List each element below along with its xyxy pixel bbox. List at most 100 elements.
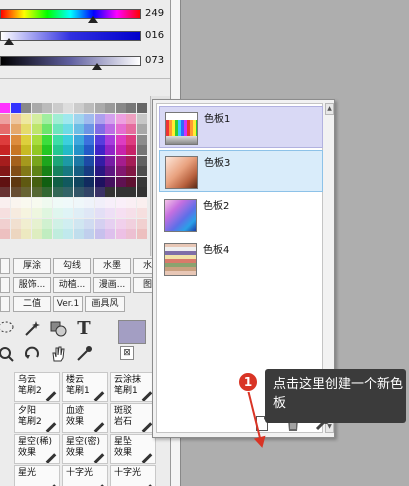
color-swatch[interactable] [126, 113, 136, 124]
color-swatch[interactable] [115, 176, 126, 187]
color-swatch[interactable] [73, 218, 84, 229]
color-swatch[interactable] [10, 113, 21, 124]
color-swatch[interactable] [63, 113, 73, 124]
brightness-slider-thumb[interactable] [92, 63, 102, 70]
color-swatch[interactable] [52, 229, 63, 239]
color-swatch[interactable] [0, 124, 10, 134]
color-swatch[interactable] [10, 176, 21, 187]
color-swatch[interactable] [31, 113, 42, 124]
color-swatch[interactable] [0, 113, 10, 124]
color-swatch[interactable] [31, 145, 42, 155]
color-swatch[interactable] [115, 187, 126, 197]
tab-partial[interactable] [0, 258, 10, 274]
color-swatch[interactable] [136, 113, 147, 124]
color-swatch[interactable] [84, 103, 94, 113]
color-swatch[interactable] [105, 208, 115, 218]
tab-art-tools[interactable]: 画具风 [85, 296, 125, 312]
color-swatch[interactable] [42, 187, 52, 197]
color-swatch[interactable] [136, 197, 147, 208]
color-swatch[interactable] [84, 229, 94, 239]
color-swatch[interactable] [84, 155, 94, 166]
color-swatch[interactable] [42, 229, 52, 239]
color-swatch[interactable] [136, 229, 147, 239]
color-swatch[interactable] [0, 134, 10, 145]
color-swatch[interactable] [52, 176, 63, 187]
color-swatch[interactable] [31, 218, 42, 229]
hue-slider-track[interactable] [0, 9, 141, 19]
color-swatch[interactable] [42, 145, 52, 155]
color-swatch[interactable] [31, 176, 42, 187]
color-swatch[interactable] [136, 166, 147, 176]
color-swatch[interactable] [94, 113, 105, 124]
color-swatch[interactable] [126, 208, 136, 218]
color-swatch[interactable] [126, 176, 136, 187]
color-swatch[interactable] [73, 229, 84, 239]
color-swatch[interactable] [126, 218, 136, 229]
hue-slider-thumb[interactable] [88, 16, 98, 23]
color-swatch[interactable] [94, 124, 105, 134]
saturation-slider[interactable]: 016 [0, 25, 170, 47]
color-swatch[interactable] [105, 166, 115, 176]
brush-preset[interactable]: 十字光 [110, 465, 156, 486]
palette-item-1[interactable]: 色板1 [159, 106, 323, 148]
saturation-slider-thumb[interactable] [4, 38, 14, 45]
color-swatch[interactable] [84, 166, 94, 176]
color-swatch[interactable] [115, 229, 126, 239]
color-swatch[interactable] [84, 176, 94, 187]
brush-preset[interactable]: 星坠 效果 [110, 434, 156, 464]
color-swatch[interactable] [126, 197, 136, 208]
magic-wand-icon[interactable] [22, 318, 42, 338]
color-swatch[interactable] [0, 176, 10, 187]
color-swatch[interactable] [0, 197, 10, 208]
brush-preset[interactable]: 云涂抹 笔刷1 [110, 372, 156, 402]
color-swatch[interactable] [84, 113, 94, 124]
color-swatch[interactable] [52, 166, 63, 176]
palette-item-4[interactable]: 色板4 [159, 238, 323, 280]
color-swatch[interactable] [73, 103, 84, 113]
color-swatch[interactable] [136, 208, 147, 218]
shape-icon[interactable] [48, 318, 68, 338]
color-swatch[interactable] [63, 176, 73, 187]
color-swatch[interactable] [126, 155, 136, 166]
color-swatch[interactable] [0, 218, 10, 229]
color-swatch[interactable] [21, 124, 31, 134]
lasso-icon[interactable] [0, 318, 16, 338]
color-swatch[interactable] [63, 145, 73, 155]
color-swatch[interactable] [21, 155, 31, 166]
color-swatch[interactable] [21, 218, 31, 229]
color-swatch[interactable] [21, 145, 31, 155]
color-swatch[interactable] [63, 166, 73, 176]
brush-preset[interactable]: 星空(稀) 效果 [14, 434, 60, 464]
color-swatch[interactable] [105, 145, 115, 155]
eyedropper-icon[interactable] [74, 344, 94, 364]
palette-item-2[interactable]: 色板2 [159, 194, 323, 236]
color-swatch[interactable] [21, 166, 31, 176]
color-swatch[interactable] [73, 176, 84, 187]
color-swatch[interactable] [42, 113, 52, 124]
color-swatch[interactable] [94, 187, 105, 197]
color-swatch[interactable] [105, 229, 115, 239]
color-swatch[interactable] [84, 208, 94, 218]
color-swatch[interactable] [136, 155, 147, 166]
color-swatch[interactable] [136, 124, 147, 134]
color-swatch[interactable] [136, 134, 147, 145]
color-swatch[interactable] [0, 187, 10, 197]
color-swatch[interactable] [136, 145, 147, 155]
color-swatch[interactable] [0, 145, 10, 155]
tab-partial[interactable] [0, 277, 10, 293]
brush-preset[interactable]: 楼云 笔刷1 [62, 372, 108, 402]
brightness-slider[interactable]: 073 [0, 50, 170, 72]
color-swatch[interactable] [10, 103, 21, 113]
color-swatch[interactable] [105, 103, 115, 113]
color-swatch[interactable] [94, 229, 105, 239]
tab-plants-animals[interactable]: 动植... [53, 277, 91, 293]
color-swatch[interactable] [10, 229, 21, 239]
color-swatch[interactable] [94, 218, 105, 229]
color-swatch[interactable] [52, 145, 63, 155]
color-swatch[interactable] [31, 124, 42, 134]
color-swatch-grid[interactable] [0, 103, 150, 253]
color-swatch[interactable] [21, 176, 31, 187]
color-swatch[interactable] [73, 155, 84, 166]
color-swatch[interactable] [10, 145, 21, 155]
color-swatch[interactable] [73, 134, 84, 145]
